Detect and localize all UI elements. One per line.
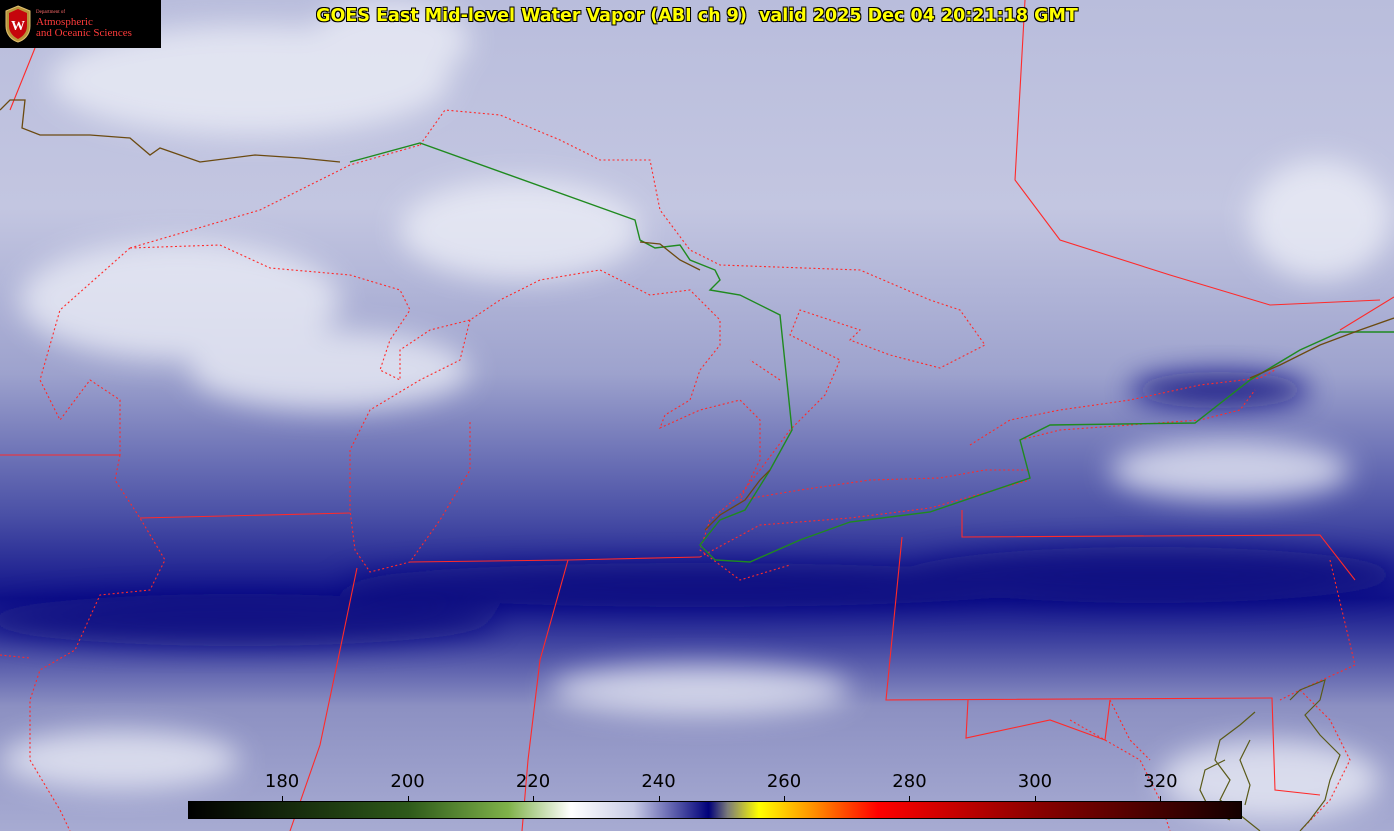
image-title: GOES East Mid-level Water Vapor (ABI ch … bbox=[316, 6, 1078, 26]
colorbar-tick-label: 220 bbox=[515, 771, 551, 792]
colorbar-tick-label: 260 bbox=[766, 771, 802, 792]
colorbar-tick-label: 300 bbox=[1017, 771, 1053, 792]
colorbar-tick-label: 200 bbox=[390, 771, 425, 792]
colorbar-tick-label: 180 bbox=[264, 771, 300, 792]
logo-line2: and Oceanic Sciences bbox=[36, 26, 132, 39]
water-vapor-map bbox=[0, 0, 1394, 831]
colorbar-tick-label: 320 bbox=[1143, 771, 1178, 792]
colorbar bbox=[188, 801, 1242, 819]
colorbar-tick-label: 240 bbox=[641, 771, 676, 792]
colorbar-tick-label: 280 bbox=[892, 771, 927, 792]
